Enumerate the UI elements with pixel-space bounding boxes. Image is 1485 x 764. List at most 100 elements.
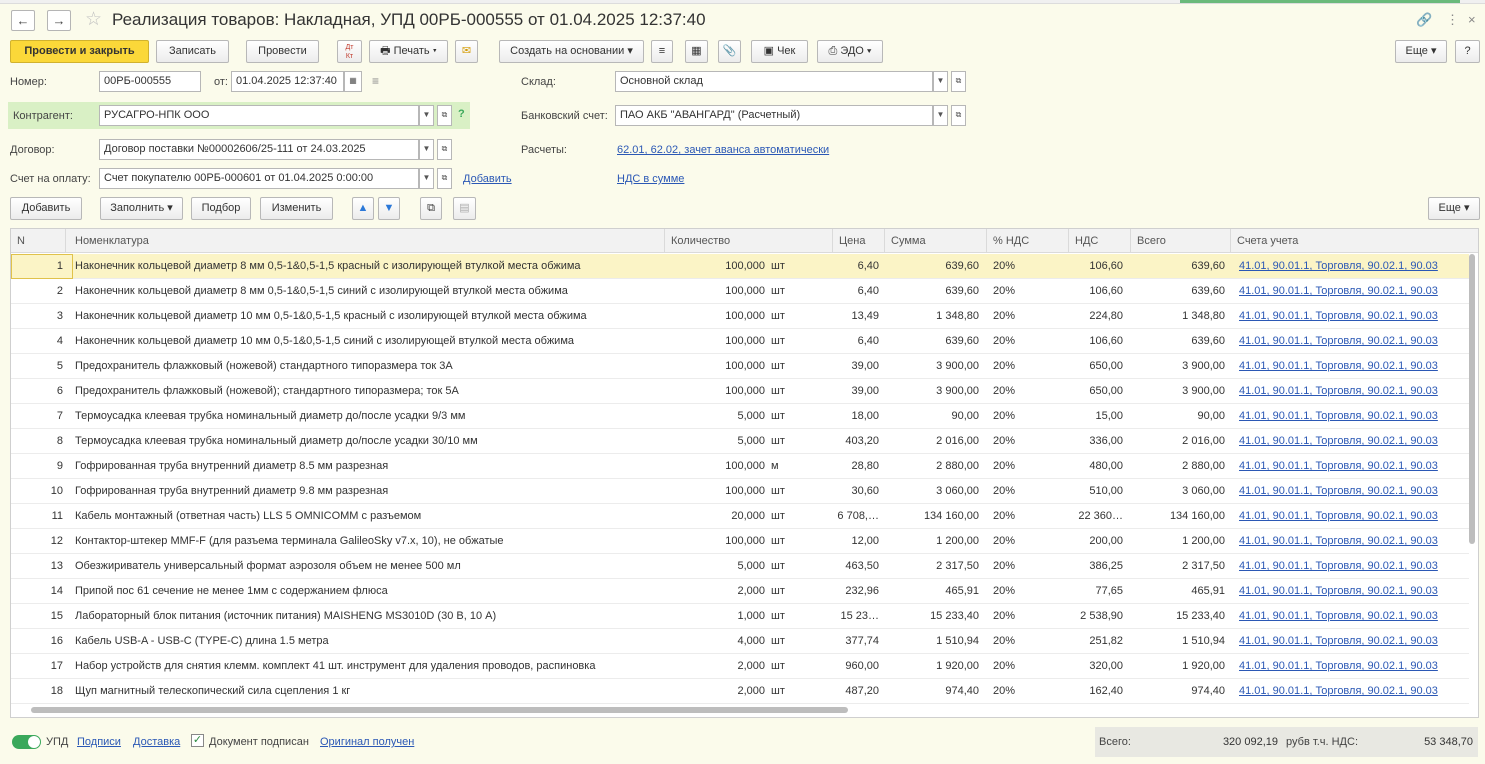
dt-kt-button[interactable]: Дт Кт	[337, 40, 362, 63]
table-row[interactable]: 12 Контактор-штекер MMF-F (для разъема те…	[11, 529, 1469, 554]
table-row[interactable]: 2 Наконечник кольцевой диаметр 8 мм 0,5-1…	[11, 279, 1469, 304]
favorite-star-icon[interactable]: ☆	[85, 8, 102, 31]
invoice-dropdown[interactable]: ▼	[419, 168, 434, 189]
table-row[interactable]: 11 Кабель монтажный (ответная часть) LLS …	[11, 504, 1469, 529]
row-accounts[interactable]: 41.01, 90.01.1, Торговля, 90.02.1, 90.03	[1239, 629, 1464, 654]
delivery-link[interactable]: Доставка	[133, 736, 180, 748]
question-icon[interactable]: ?	[458, 108, 465, 120]
counterparty-field[interactable]: РУСАГРО-НПК ООО	[99, 105, 419, 126]
row-accounts[interactable]: 41.01, 90.01.1, Торговля, 90.02.1, 90.03	[1239, 304, 1464, 329]
row-accounts[interactable]: 41.01, 90.01.1, Торговля, 90.02.1, 90.03	[1239, 429, 1464, 454]
row-accounts[interactable]: 41.01, 90.01.1, Торговля, 90.02.1, 90.03	[1239, 529, 1464, 554]
table-row[interactable]: 3 Наконечник кольцевой диаметр 10 мм 0,5-…	[11, 304, 1469, 329]
list-button[interactable]: ≡	[651, 40, 673, 63]
post-and-close-button[interactable]: Провести и закрыть	[10, 40, 149, 63]
save-button[interactable]: Записать	[156, 40, 229, 63]
row-accounts[interactable]: 41.01, 90.01.1, Торговля, 90.02.1, 90.03	[1239, 504, 1464, 529]
vertical-scroll-thumb[interactable]	[1469, 254, 1475, 544]
contract-dropdown[interactable]: ▼	[419, 139, 434, 160]
table-row[interactable]: 1 Наконечник кольцевой диаметр 8 мм 0,5-1…	[11, 254, 1469, 279]
row-accounts[interactable]: 41.01, 90.01.1, Торговля, 90.02.1, 90.03	[1239, 354, 1464, 379]
paste-button[interactable]: ▤	[453, 197, 476, 220]
row-accounts[interactable]: 41.01, 90.01.1, Торговля, 90.02.1, 90.03	[1239, 404, 1464, 429]
forward-button[interactable]: →	[47, 10, 71, 31]
row-accounts[interactable]: 41.01, 90.01.1, Торговля, 90.02.1, 90.03	[1239, 604, 1464, 629]
col-vat[interactable]: НДС	[1069, 229, 1131, 253]
table-row[interactable]: 8 Термоусадка клеевая трубка номинальный …	[11, 429, 1469, 454]
date-field[interactable]: 01.04.2025 12:37:40	[231, 71, 344, 92]
add-invoice-link[interactable]: Добавить	[463, 173, 512, 185]
counterparty-open-button[interactable]: ⧉	[437, 105, 452, 126]
table-change-button[interactable]: Изменить	[260, 197, 333, 220]
structure-button[interactable]: ▦	[685, 40, 708, 63]
col-quantity[interactable]: Количество	[665, 229, 833, 253]
table-more-button[interactable]: Еще ▾	[1428, 197, 1480, 220]
table-row[interactable]: 15 Лабораторный блок питания (источник пи…	[11, 604, 1469, 629]
table-row[interactable]: 17 Набор устройств для снятия клемм. комп…	[11, 654, 1469, 679]
table-row[interactable]: 9 Гофрированная труба внутренний диаметр …	[11, 454, 1469, 479]
close-icon[interactable]: ×	[1468, 12, 1476, 27]
table-row[interactable]: 6 Предохранитель флажковый (ножевой); ста…	[11, 379, 1469, 404]
table-row[interactable]: 13 Обезжириватель универсальный формат аэ…	[11, 554, 1469, 579]
more-vertical-icon[interactable]: ⋮	[1446, 12, 1459, 28]
more-button[interactable]: Еще ▾	[1395, 40, 1447, 63]
row-accounts[interactable]: 41.01, 90.01.1, Торговля, 90.02.1, 90.03	[1239, 254, 1464, 279]
vertical-scrollbar[interactable]	[1468, 254, 1476, 704]
calendar-button[interactable]: ▦	[344, 71, 362, 92]
row-accounts[interactable]: 41.01, 90.01.1, Торговля, 90.02.1, 90.03	[1239, 479, 1464, 504]
email-button[interactable]: ✉	[455, 40, 478, 63]
bank-account-dropdown[interactable]: ▼	[933, 105, 948, 126]
row-accounts[interactable]: 41.01, 90.01.1, Торговля, 90.02.1, 90.03	[1239, 554, 1464, 579]
contract-open-button[interactable]: ⧉	[437, 139, 452, 160]
warehouse-open-button[interactable]: ⧉	[951, 71, 966, 92]
attach-button[interactable]: 📎	[718, 40, 741, 63]
signatures-link[interactable]: Подписи	[77, 736, 121, 748]
horizontal-scroll-thumb[interactable]	[31, 707, 848, 713]
row-accounts[interactable]: 41.01, 90.01.1, Торговля, 90.02.1, 90.03	[1239, 329, 1464, 354]
col-price[interactable]: Цена	[833, 229, 885, 253]
invoice-open-button[interactable]: ⧉	[437, 168, 452, 189]
check-button[interactable]: ▣ Чек	[751, 40, 808, 63]
row-accounts[interactable]: 41.01, 90.01.1, Торговля, 90.02.1, 90.03	[1239, 579, 1464, 604]
number-field[interactable]: 00РБ-000555	[99, 71, 201, 92]
row-accounts[interactable]: 41.01, 90.01.1, Торговля, 90.02.1, 90.03	[1239, 454, 1464, 479]
row-accounts[interactable]: 41.01, 90.01.1, Торговля, 90.02.1, 90.03	[1239, 279, 1464, 304]
copy-button[interactable]: ⧉	[420, 197, 442, 220]
edo-button[interactable]: ⎙ ЭДО ▾	[817, 40, 883, 63]
row-accounts[interactable]: 41.01, 90.01.1, Торговля, 90.02.1, 90.03	[1239, 679, 1464, 704]
print-button[interactable]: 🖶 Печать ▾	[369, 40, 448, 63]
history-icon[interactable]: ≡	[372, 74, 379, 88]
table-row[interactable]: 16 Кабель USB-A - USB-C (TYPE-C) длина 1.…	[11, 629, 1469, 654]
table-row[interactable]: 5 Предохранитель флажковый (ножевой) стан…	[11, 354, 1469, 379]
vat-in-sum-link[interactable]: НДС в сумме	[617, 173, 684, 185]
table-row[interactable]: 18 Щуп магнитный телескопический сила сце…	[11, 679, 1469, 704]
table-row[interactable]: 14 Припой пос 61 сечение не менее 1мм с с…	[11, 579, 1469, 604]
col-sum[interactable]: Сумма	[885, 229, 987, 253]
signed-checkbox[interactable]: ✓	[191, 734, 204, 747]
create-based-on-button[interactable]: Создать на основании ▾	[499, 40, 644, 63]
table-row[interactable]: 10 Гофрированная труба внутренний диаметр…	[11, 479, 1469, 504]
help-button[interactable]: ?	[1455, 40, 1480, 63]
col-vat-rate[interactable]: % НДС	[987, 229, 1069, 253]
row-accounts[interactable]: 41.01, 90.01.1, Торговля, 90.02.1, 90.03	[1239, 654, 1464, 679]
col-total[interactable]: Всего	[1131, 229, 1231, 253]
original-received-link[interactable]: Оригинал получен	[320, 736, 414, 748]
move-down-button[interactable]: ▼	[378, 197, 400, 220]
settlements-link[interactable]: 62.01, 62.02, зачет аванса автоматически	[617, 144, 829, 156]
col-n[interactable]: N	[11, 229, 66, 253]
col-accounts[interactable]: Счета учета	[1231, 229, 1478, 253]
upd-toggle[interactable]	[12, 735, 41, 749]
table-row[interactable]: 4 Наконечник кольцевой диаметр 10 мм 0,5-…	[11, 329, 1469, 354]
move-up-button[interactable]: ▲	[352, 197, 374, 220]
back-button[interactable]: ←	[11, 10, 35, 31]
counterparty-dropdown[interactable]: ▼	[419, 105, 434, 126]
row-accounts[interactable]: 41.01, 90.01.1, Торговля, 90.02.1, 90.03	[1239, 379, 1464, 404]
warehouse-field[interactable]: Основной склад	[615, 71, 933, 92]
bank-account-open-button[interactable]: ⧉	[951, 105, 966, 126]
invoice-field[interactable]: Счет покупателю 00РБ-000601 от 01.04.202…	[99, 168, 419, 189]
warehouse-dropdown[interactable]: ▼	[933, 71, 948, 92]
link-icon[interactable]: 🔗	[1416, 12, 1432, 28]
table-row[interactable]: 7 Термоусадка клеевая трубка номинальный …	[11, 404, 1469, 429]
table-select-button[interactable]: Подбор	[191, 197, 251, 220]
post-button[interactable]: Провести	[246, 40, 319, 63]
